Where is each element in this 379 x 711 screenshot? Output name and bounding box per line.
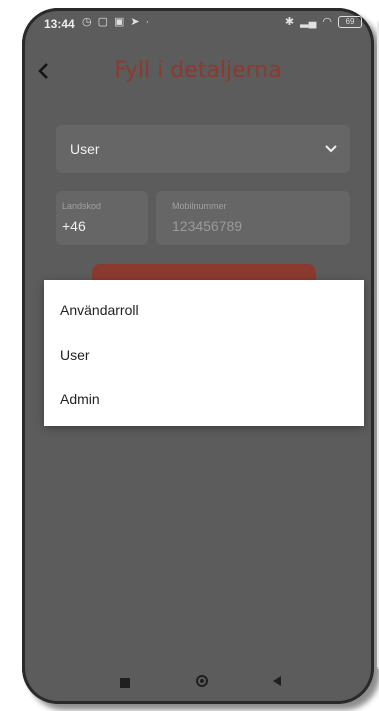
country-code-field[interactable]: Landskod +46 <box>56 191 148 245</box>
status-bar: 13:44 ◷ ▢ ▣ ➤ · ✱ ▂▄ ◠ 69 <box>22 8 374 38</box>
screen-icon: ▣ <box>114 16 125 28</box>
bluetooth-icon: ✱ <box>284 16 295 28</box>
mobile-number-placeholder: 123456789 <box>172 218 243 234</box>
wifi-icon: ◠ <box>322 16 332 28</box>
send-icon: ➤ <box>130 16 140 28</box>
message-icon: ▢ <box>97 16 109 28</box>
mobile-number-field[interactable]: Mobilnummer 123456789 <box>156 191 350 245</box>
status-time: 13:44 <box>44 17 75 31</box>
chevron-down-icon <box>325 145 337 153</box>
country-code-label: Landskod <box>62 201 102 211</box>
role-options-menu: Användarroll User Admin <box>44 280 364 426</box>
status-right-icons: ✱ ▂▄ ◠ 69 <box>285 16 362 28</box>
dot-icon: · <box>145 16 150 28</box>
role-dropdown-value: User <box>70 141 100 157</box>
status-left-icons: ◷ ▢ ▣ ➤ · <box>82 16 149 28</box>
signal-icon: ▂▄ <box>300 16 317 28</box>
page-title: Fyll i detaljerna <box>114 58 282 83</box>
menu-item-user[interactable]: User <box>60 347 90 363</box>
alarm-icon: ◷ <box>82 16 92 28</box>
battery-icon: 69 <box>338 16 362 28</box>
menu-item-anvandarroll[interactable]: Användarroll <box>60 302 139 318</box>
country-code-value: +46 <box>62 218 86 234</box>
nav-back-icon[interactable] <box>273 676 281 686</box>
recent-apps-icon[interactable] <box>120 678 130 688</box>
mobile-number-label: Mobilnummer <box>172 201 227 211</box>
home-icon[interactable] <box>196 675 208 687</box>
menu-item-admin[interactable]: Admin <box>60 391 100 407</box>
role-dropdown[interactable]: User <box>56 125 350 173</box>
navigation-bar <box>22 664 374 704</box>
phone-frame: 13:44 ◷ ▢ ▣ ➤ · ✱ ▂▄ ◠ 69 Fyll i detalje… <box>22 8 374 704</box>
